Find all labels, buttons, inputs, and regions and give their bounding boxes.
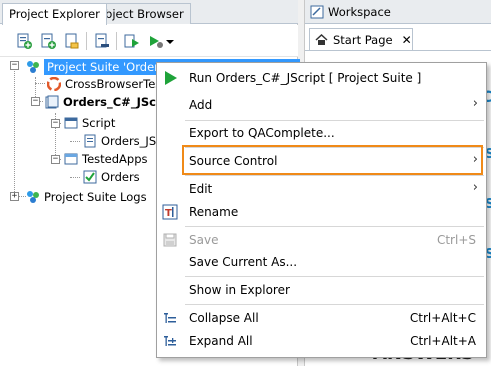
expand-all-icon xyxy=(161,332,179,350)
tree-node-label: Orders xyxy=(101,170,140,184)
tree-node-project-suite-logs[interactable]: Project Suite Logs xyxy=(25,188,147,206)
tested-apps-icon xyxy=(63,151,79,167)
menu-item-rename[interactable]: T Rename xyxy=(157,200,486,224)
tree-node-orders[interactable]: Orders xyxy=(82,168,140,186)
menu-item-save-current-as[interactable]: Save Current As... xyxy=(157,250,486,274)
add-existing-item-icon[interactable] xyxy=(38,31,58,51)
add-folder-icon[interactable] xyxy=(62,31,82,51)
root-collapse-toggle[interactable]: − xyxy=(10,61,19,70)
script-folder-icon xyxy=(63,115,79,131)
menu-item-label: Expand All xyxy=(189,334,253,348)
menu-item-label: Rename xyxy=(189,205,239,219)
menu-item-label: Run Orders_C#_JScript [ Project Suite ] xyxy=(189,71,422,85)
menu-item-label: Export to QAComplete... xyxy=(189,126,335,140)
menu-item-label: Save Current As... xyxy=(189,255,298,269)
menu-item-show-in-explorer[interactable]: Show in Explorer xyxy=(157,278,486,302)
project-collapse-toggle[interactable]: − xyxy=(31,97,40,106)
logs-expand-toggle[interactable]: + xyxy=(10,192,19,201)
menu-item-label: Add xyxy=(189,98,213,112)
close-tab-icon[interactable]: ✕ xyxy=(402,33,412,47)
explorer-tabbar: Project Explorer Object Browser xyxy=(0,0,298,25)
menu-item-export[interactable]: Export to QAComplete... xyxy=(157,121,486,145)
add-new-item-icon[interactable] xyxy=(14,31,34,51)
svg-text:T: T xyxy=(165,208,172,219)
script-file-icon xyxy=(82,133,98,149)
save-icon xyxy=(161,231,179,249)
logs-icon xyxy=(25,189,41,205)
run-options-icon[interactable] xyxy=(146,31,166,51)
explorer-toolbar xyxy=(0,25,298,57)
workspace-icon xyxy=(310,5,324,19)
project-icon xyxy=(44,94,60,110)
menu-item-shortcut: Ctrl+Alt+A xyxy=(410,334,476,348)
menu-item-add[interactable]: Add › xyxy=(157,93,486,117)
start-page-label: Start Page xyxy=(333,32,393,47)
tree-node-label: TestedApps xyxy=(82,152,148,166)
tab-project-explorer[interactable]: Project Explorer xyxy=(2,3,107,25)
menu-item-run[interactable]: Run Orders_C#_JScript [ Project Suite ] xyxy=(157,66,486,90)
rename-icon: T xyxy=(161,203,179,221)
remove-item-icon[interactable] xyxy=(92,31,112,51)
menu-item-label: Show in Explorer xyxy=(189,283,290,297)
tree-node-label: Project Suite Logs xyxy=(44,190,147,204)
menu-item-edit[interactable]: Edit › xyxy=(157,177,486,201)
menu-item-label: Save xyxy=(189,233,219,247)
context-menu: Run Orders_C#_JScript [ Project Suite ] … xyxy=(156,62,487,358)
script-collapse-toggle[interactable]: − xyxy=(51,119,60,128)
submenu-arrow-icon: › xyxy=(472,180,478,195)
run-green-icon xyxy=(161,69,179,87)
run-icon[interactable] xyxy=(122,31,142,51)
menu-item-collapse-all[interactable]: Collapse All Ctrl+Alt+C xyxy=(157,306,486,330)
tree-node-label: Orders_JS xyxy=(101,134,157,148)
crossbrowser-icon xyxy=(46,76,62,92)
tree-node-testedapps[interactable]: TestedApps xyxy=(63,150,147,168)
tab-start-page[interactable]: Start Page ✕ xyxy=(309,28,413,50)
home-icon xyxy=(315,33,328,46)
menu-item-label: Collapse All xyxy=(189,311,259,325)
menu-item-shortcut: Ctrl+Alt+C xyxy=(409,311,476,325)
tree-node-script[interactable]: Script xyxy=(63,114,115,132)
workspace-title-bar: Workspace xyxy=(305,0,491,24)
menu-item-shortcut: Ctrl+S xyxy=(436,233,476,247)
testedapps-collapse-toggle[interactable]: − xyxy=(51,155,60,164)
dropdown-arrow-icon[interactable] xyxy=(164,31,176,51)
submenu-arrow-icon: › xyxy=(472,96,478,111)
collapse-all-icon xyxy=(161,309,179,327)
menu-item-label: Edit xyxy=(189,182,213,196)
project-suite-icon xyxy=(25,59,41,75)
tree-node-orders-js[interactable]: Orders_JS xyxy=(82,132,156,150)
tree-node-label: Script xyxy=(82,116,116,130)
menu-item-expand-all[interactable]: Expand All Ctrl+Alt+A xyxy=(157,329,486,353)
workspace-title: Workspace xyxy=(328,4,391,19)
menu-item-save[interactable]: Save Ctrl+S xyxy=(157,228,486,252)
source-control-highlight xyxy=(182,145,483,175)
tested-app-icon xyxy=(82,169,98,185)
